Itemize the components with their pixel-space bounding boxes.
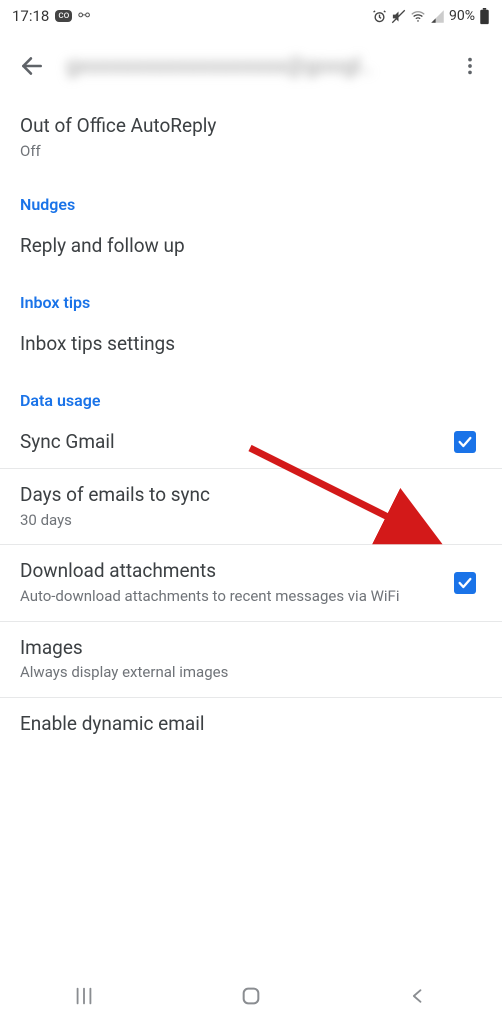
signal-icon [430,9,445,24]
days-to-sync-item[interactable]: Days of emails to sync 30 days [0,469,502,544]
back-button[interactable] [12,46,52,86]
status-bar: 17:18 co ⚯ 90% [0,0,502,32]
days-to-sync-title: Days of emails to sync [20,483,482,508]
dynamic-email-item[interactable]: Enable dynamic email [0,698,502,751]
out-of-office-value: Off [20,142,482,162]
recents-button[interactable] [44,976,124,1016]
data-usage-header: Data usage [0,371,502,416]
battery-text: 90% [449,8,475,24]
out-of-office-item[interactable]: Out of Office AutoReply Off [0,100,502,175]
navigation-bar [0,968,502,1024]
battery-icon [479,8,490,25]
app-bar: gxxxxxxxxxxxxxxxxxxx@googl.. [0,32,502,100]
home-button[interactable] [211,976,291,1016]
images-title: Images [20,636,482,661]
mute-icon [391,9,406,24]
images-item[interactable]: Images Always display external images [0,622,502,697]
inbox-tips-label: Inbox tips settings [20,332,482,357]
status-time: 17:18 [12,7,49,25]
out-of-office-title: Out of Office AutoReply [20,114,482,139]
reply-followup-item[interactable]: Reply and follow up [0,220,502,273]
sync-gmail-label: Sync Gmail [20,430,454,455]
days-to-sync-value: 30 days [20,511,482,531]
download-attachments-desc: Auto-download attachments to recent mess… [20,587,442,607]
sync-gmail-item[interactable]: Sync Gmail [0,416,502,469]
download-attachments-checkbox[interactable] [454,572,476,594]
nav-back-button[interactable] [378,976,458,1016]
download-attachments-item[interactable]: Download attachments Auto-download attac… [0,545,502,620]
notification-icon: co [55,10,72,22]
settings-list: Out of Office AutoReply Off Nudges Reply… [0,100,502,968]
sync-gmail-checkbox[interactable] [454,431,476,453]
account-email-blurred: gxxxxxxxxxxxxxxxxxxx@googl.. [66,54,436,79]
wifi-icon [410,9,426,24]
inbox-tips-header: Inbox tips [0,273,502,318]
reply-followup-label: Reply and follow up [20,234,482,259]
download-attachments-title: Download attachments [20,559,442,584]
images-desc: Always display external images [20,663,482,683]
inbox-tips-item[interactable]: Inbox tips settings [0,318,502,371]
dynamic-email-label: Enable dynamic email [20,712,482,737]
nudges-header: Nudges [0,175,502,220]
more-menu-button[interactable] [450,46,490,86]
alarm-icon [372,9,387,24]
voicemail-icon: ⚯ [78,8,90,24]
